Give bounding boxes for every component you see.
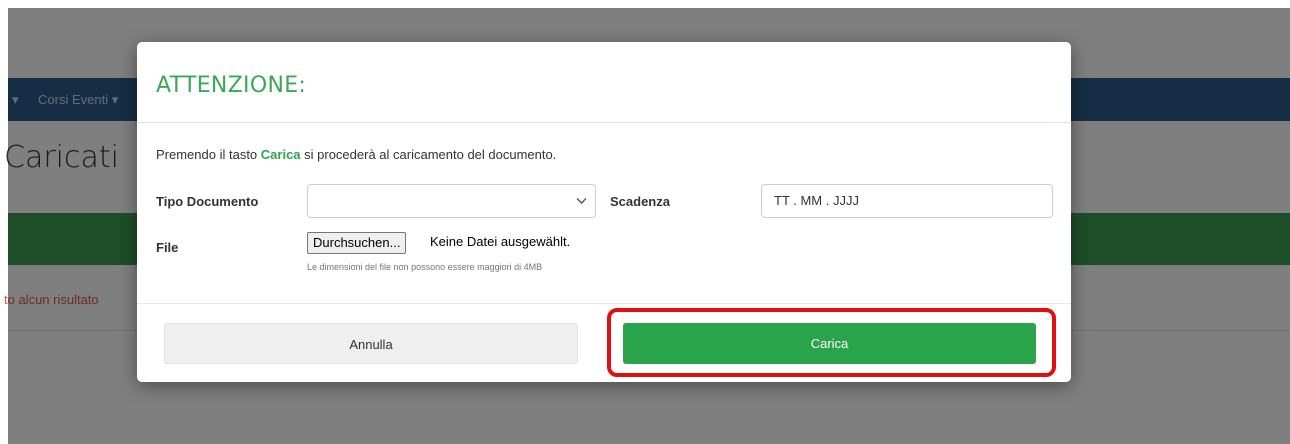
tipo-documento-select[interactable] (307, 184, 596, 218)
carica-button[interactable]: Carica (623, 323, 1036, 364)
intro-after: si procederà al caricamento del document… (300, 147, 557, 162)
file-browse-button[interactable]: Durchsuchen... (307, 232, 407, 254)
intro-text: Premendo il tasto Carica si procederà al… (156, 147, 556, 162)
file-label: File (156, 240, 179, 255)
intro-keyword: Carica (260, 147, 301, 162)
chevron-down-icon (576, 194, 587, 208)
file-status: Keine Datei ausgewählt. (430, 234, 571, 249)
modal-footer-divider (137, 303, 1071, 304)
scadenza-label: Scadenza (610, 194, 670, 209)
scadenza-date-input[interactable]: TT . MM . JJJJ (761, 184, 1053, 218)
modal-header: ATTENZIONE: (137, 42, 1071, 123)
file-size-help: Le dimensioni del file non possono esser… (307, 262, 543, 272)
cancel-button[interactable]: Annulla (164, 323, 578, 364)
intro-before: Premendo il tasto (156, 147, 261, 162)
tipo-documento-label: Tipo Documento (156, 194, 259, 209)
modal-title: ATTENZIONE: (156, 73, 307, 98)
upload-modal: ATTENZIONE: Premendo il tasto Carica si … (137, 42, 1071, 382)
